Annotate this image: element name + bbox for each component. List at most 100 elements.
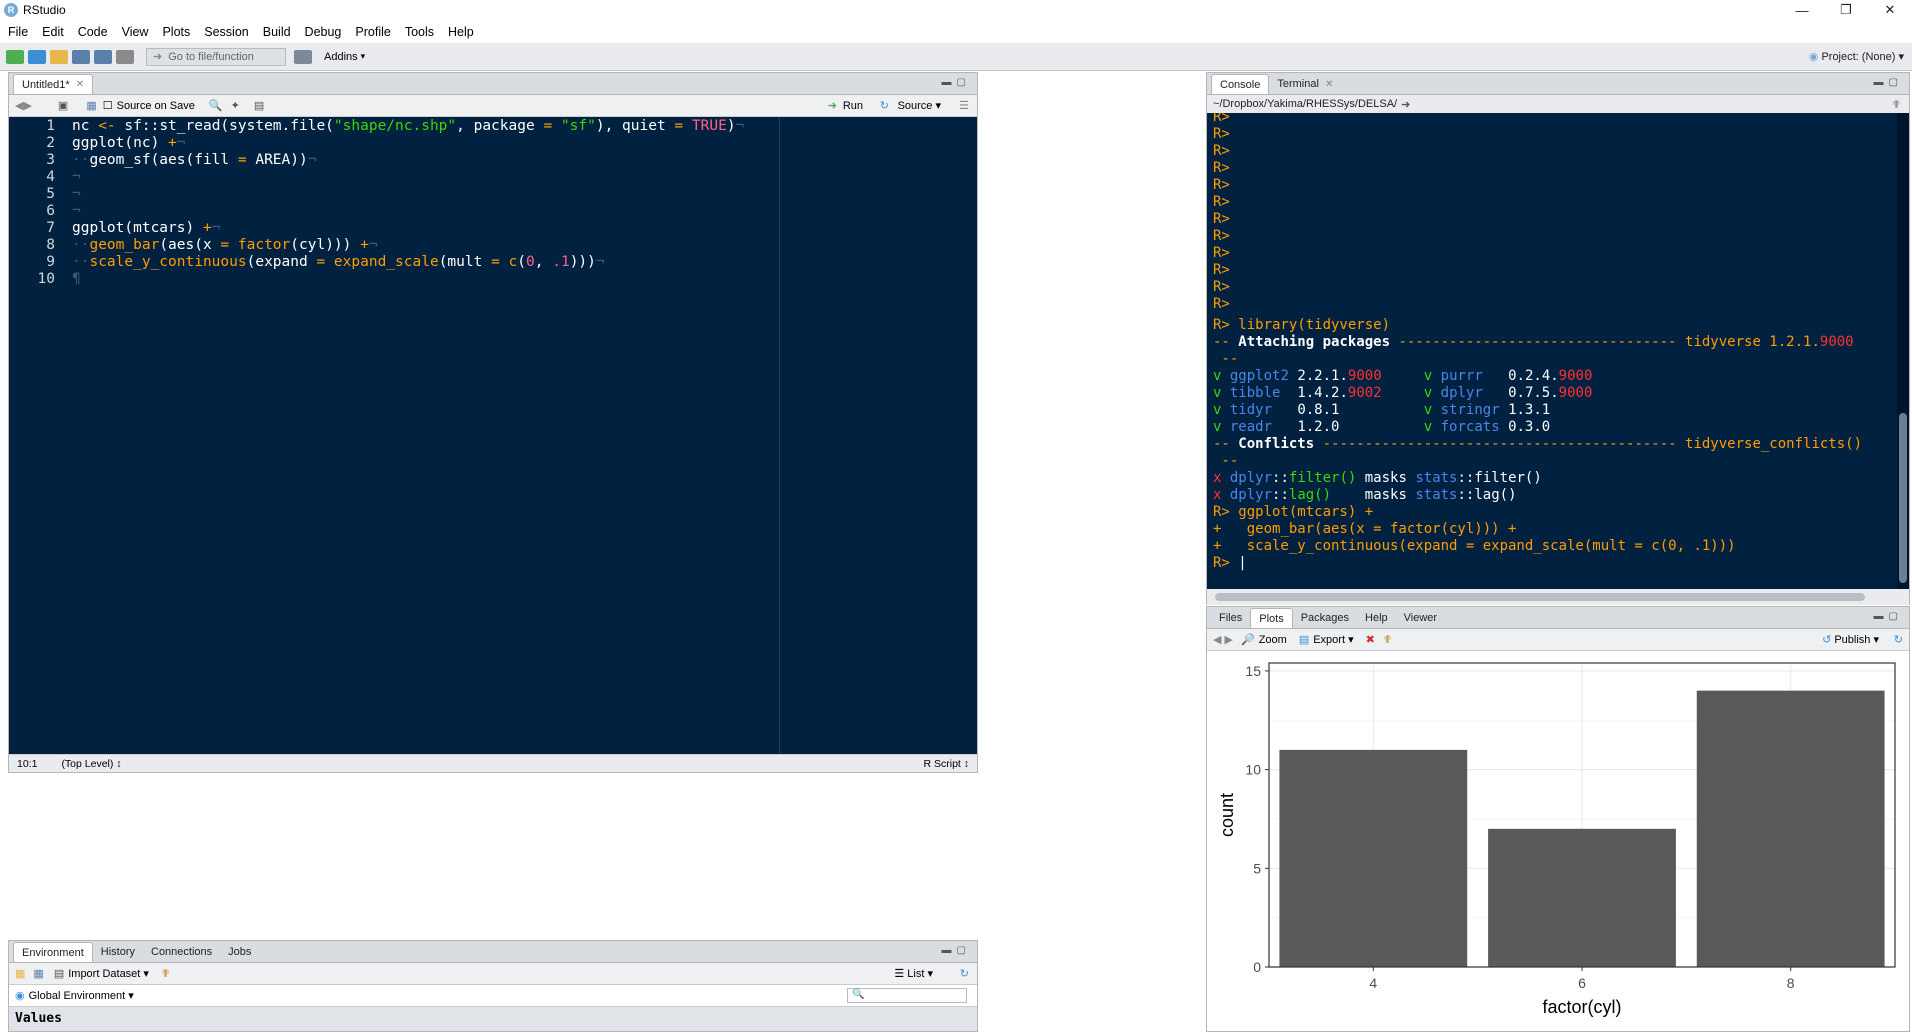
addins-button[interactable]: Addins (324, 51, 358, 63)
open-file-icon[interactable] (50, 49, 68, 64)
console-text: R> (1213, 555, 1239, 571)
menu-debug[interactable]: Debug (305, 25, 342, 39)
save-doc-icon[interactable]: ▦ (86, 99, 96, 112)
menu-plots[interactable]: Plots (162, 25, 190, 39)
tab-history[interactable]: History (93, 942, 143, 962)
scope-label: (Top Level) (61, 757, 114, 770)
menu-tools[interactable]: Tools (405, 25, 434, 39)
line-number: 4 (46, 169, 55, 185)
pane-minmax[interactable]: ▬▢ (942, 77, 971, 88)
clear-plots-icon[interactable]: ✟ (1383, 633, 1392, 646)
close-button[interactable]: ✕ (1868, 0, 1912, 20)
import-dataset-label: Import Dataset (68, 968, 141, 980)
y-tick-label: 0 (1253, 959, 1261, 975)
code-line: ··geom_sf(aes(fill = AREA))¬ (72, 152, 317, 168)
wand-icon[interactable]: ✦ (231, 99, 240, 112)
tab-plots[interactable]: Plots (1250, 608, 1293, 628)
menu-build[interactable]: Build (263, 25, 291, 39)
y-tick-label: 15 (1245, 663, 1261, 679)
tab-environment[interactable]: Environment (13, 942, 93, 962)
minimize-button[interactable]: — (1780, 0, 1824, 20)
lines-icon[interactable]: ☰ (959, 99, 969, 112)
console-prompt: R> (1213, 126, 1230, 142)
refresh-icon[interactable]: ↻ (1894, 633, 1903, 646)
source-button[interactable]: Source ▾ (898, 99, 941, 112)
save-icon[interactable] (72, 49, 90, 64)
clear-console-icon[interactable]: ✟ (1892, 98, 1901, 111)
zoom-button[interactable]: Zoom (1259, 634, 1287, 646)
save-workspace-icon[interactable]: ▦ (33, 967, 43, 980)
show-in-window-icon[interactable]: ▣ (58, 99, 68, 112)
console-scrollbar[interactable] (1897, 113, 1909, 589)
tab-terminal[interactable]: Terminal ✕ (1269, 74, 1341, 94)
scope-selector[interactable]: (Top Level) ↕ (61, 758, 121, 770)
tab-viewer[interactable]: Viewer (1396, 608, 1445, 628)
line-number: 8 (46, 237, 55, 253)
console-prompt: R> (1213, 228, 1230, 244)
menu-code[interactable]: Code (78, 25, 108, 39)
bar (1696, 690, 1885, 967)
import-icon: ▤ (53, 968, 65, 980)
env-search-input[interactable]: 🔍 (847, 988, 967, 1003)
code-editor[interactable]: 1 2 3 4 5 6 7 8 9 10 nc <- sf::st_read(s… (9, 117, 977, 754)
import-dataset-button[interactable]: Import Dataset ▾ (68, 967, 149, 980)
source-on-save-checkbox[interactable]: ☐ (103, 99, 113, 112)
tab-files[interactable]: Files (1211, 608, 1250, 628)
new-project-icon[interactable] (28, 49, 46, 64)
pane-minmax[interactable]: ▬▢ (1874, 611, 1903, 622)
goto-file-input[interactable]: ➜ Go to file/function (146, 47, 286, 66)
plot-nav-icon[interactable]: ◀ ▶ (1213, 633, 1233, 646)
remove-plot-icon[interactable]: ✖ (1366, 633, 1375, 646)
new-file-icon[interactable] (6, 49, 24, 64)
pane-minmax[interactable]: ▬▢ (942, 945, 971, 956)
menu-session[interactable]: Session (204, 25, 248, 39)
nav-arrows-icon[interactable]: ◀▶ (15, 99, 32, 112)
console-line: v readr 1.2.0 v forcats 0.3.0 (1213, 419, 1551, 435)
console-hscroll[interactable] (1207, 589, 1909, 605)
run-button[interactable]: Run (843, 100, 863, 112)
list-view-button[interactable]: ☰ List ▾ (894, 967, 933, 980)
global-env-selector[interactable]: Global Environment ▾ (29, 989, 134, 1002)
tab-jobs[interactable]: Jobs (220, 942, 259, 962)
outline-icon[interactable]: ▤ (254, 99, 264, 112)
tab-console[interactable]: Console (1211, 74, 1270, 94)
console-line: x dplyr::filter() masks stats::filter() (1213, 470, 1542, 486)
close-tab-icon[interactable]: ✕ (1325, 79, 1333, 90)
hscroll-thumb[interactable] (1215, 593, 1865, 601)
bar (1488, 828, 1676, 967)
close-tab-icon[interactable]: ✕ (76, 79, 84, 90)
export-button[interactable]: Export ▾ (1313, 633, 1353, 646)
publish-button[interactable]: ↺ Publish ▾ (1822, 633, 1879, 646)
code-line: ··scale_y_continuous(expand = expand_sca… (72, 254, 605, 270)
restore-button[interactable]: ❐ (1824, 0, 1868, 20)
file-type-selector[interactable]: R Script ↕ (923, 758, 969, 770)
search-icon[interactable]: 🔍 (209, 99, 223, 112)
console-line: v tidyr 0.8.1 v stringr 1.3.1 (1213, 402, 1551, 418)
load-workspace-icon[interactable]: ▦ (15, 967, 25, 980)
console-prompt: R> (1213, 296, 1230, 312)
tab-label: Untitled1* (22, 78, 70, 91)
grid-icon[interactable] (294, 49, 312, 64)
pane-minmax[interactable]: ▬▢ (1874, 77, 1903, 88)
menu-file[interactable]: File (8, 25, 28, 39)
broom-icon[interactable]: ✟ (161, 967, 170, 980)
console-output[interactable]: R> R> R> R> R> R> R> R> R> R> R> R> R> library(tidy… (1207, 113, 1909, 589)
refresh-icon[interactable]: ↻ (960, 967, 969, 980)
goto-dir-icon[interactable]: ➜ (1401, 98, 1410, 111)
save-all-icon[interactable] (94, 49, 112, 64)
rerun-icon[interactable]: ↻ (880, 99, 889, 112)
print-icon[interactable] (116, 49, 134, 64)
project-menu[interactable]: ◉ Project: (None) ▾ (1809, 50, 1904, 63)
menu-view[interactable]: View (122, 25, 149, 39)
menu-help[interactable]: Help (448, 25, 474, 39)
line-number: 10 (37, 271, 55, 287)
scrollbar-thumb[interactable] (1899, 413, 1907, 583)
tab-help[interactable]: Help (1357, 608, 1396, 628)
main-toolbar: ➜ Go to file/function Addins ▾ (0, 43, 1912, 71)
menu-profile[interactable]: Profile (355, 25, 390, 39)
tab-packages[interactable]: Packages (1293, 608, 1357, 628)
plots-tabstrip: Files Plots Packages Help Viewer ▬▢ (1207, 607, 1909, 629)
menu-edit[interactable]: Edit (42, 25, 64, 39)
tab-untitled1[interactable]: Untitled1* ✕ (13, 74, 94, 94)
tab-connections[interactable]: Connections (143, 942, 220, 962)
